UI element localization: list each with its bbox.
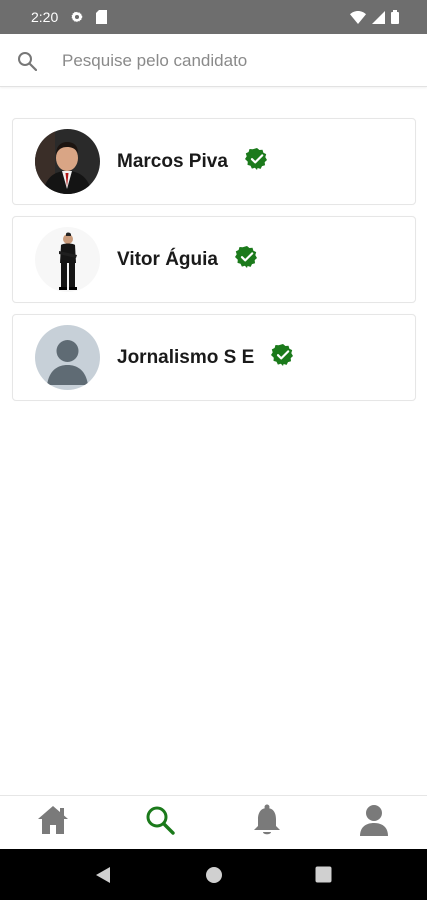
android-navigation-bar	[0, 849, 427, 900]
candidate-name: Marcos Piva	[117, 150, 228, 172]
candidate-name: Jornalismo S E	[117, 346, 255, 368]
search-input[interactable]	[50, 44, 410, 78]
home-circle-icon[interactable]	[205, 866, 223, 889]
candidate-card[interactable]: Vitor Águia	[12, 216, 416, 303]
signal-icon	[372, 10, 385, 24]
profile-icon	[359, 804, 389, 841]
search-icon	[17, 51, 38, 76]
nav-search[interactable]	[130, 796, 190, 850]
home-icon	[36, 804, 70, 841]
wifi-icon	[350, 10, 366, 24]
back-icon[interactable]	[95, 866, 111, 889]
nav-profile[interactable]	[344, 796, 404, 850]
bell-icon	[253, 804, 281, 841]
avatar	[35, 129, 100, 194]
candidate-card[interactable]: Marcos Piva	[12, 118, 416, 205]
settings-gear-icon	[70, 10, 84, 24]
recents-square-icon[interactable]	[315, 866, 332, 888]
battery-icon	[391, 10, 399, 24]
bottom-navigation	[0, 795, 427, 849]
candidate-name: Vitor Águia	[117, 248, 218, 270]
nav-home[interactable]	[23, 796, 83, 850]
status-time: 2:20	[31, 9, 59, 25]
verified-badge-icon	[271, 343, 295, 372]
avatar	[35, 227, 100, 292]
verified-badge-icon	[235, 245, 259, 274]
status-bar: 2:20	[0, 0, 427, 34]
candidate-list: Marcos Piva Vitor Águia Jornalismo S E	[12, 118, 416, 412]
verified-badge-icon	[244, 147, 269, 176]
search-icon	[145, 805, 175, 840]
avatar	[35, 325, 100, 390]
candidate-card[interactable]: Jornalismo S E	[12, 314, 416, 401]
sd-card-icon	[96, 10, 108, 24]
search-bar	[0, 34, 427, 87]
nav-notifications[interactable]	[237, 796, 297, 850]
